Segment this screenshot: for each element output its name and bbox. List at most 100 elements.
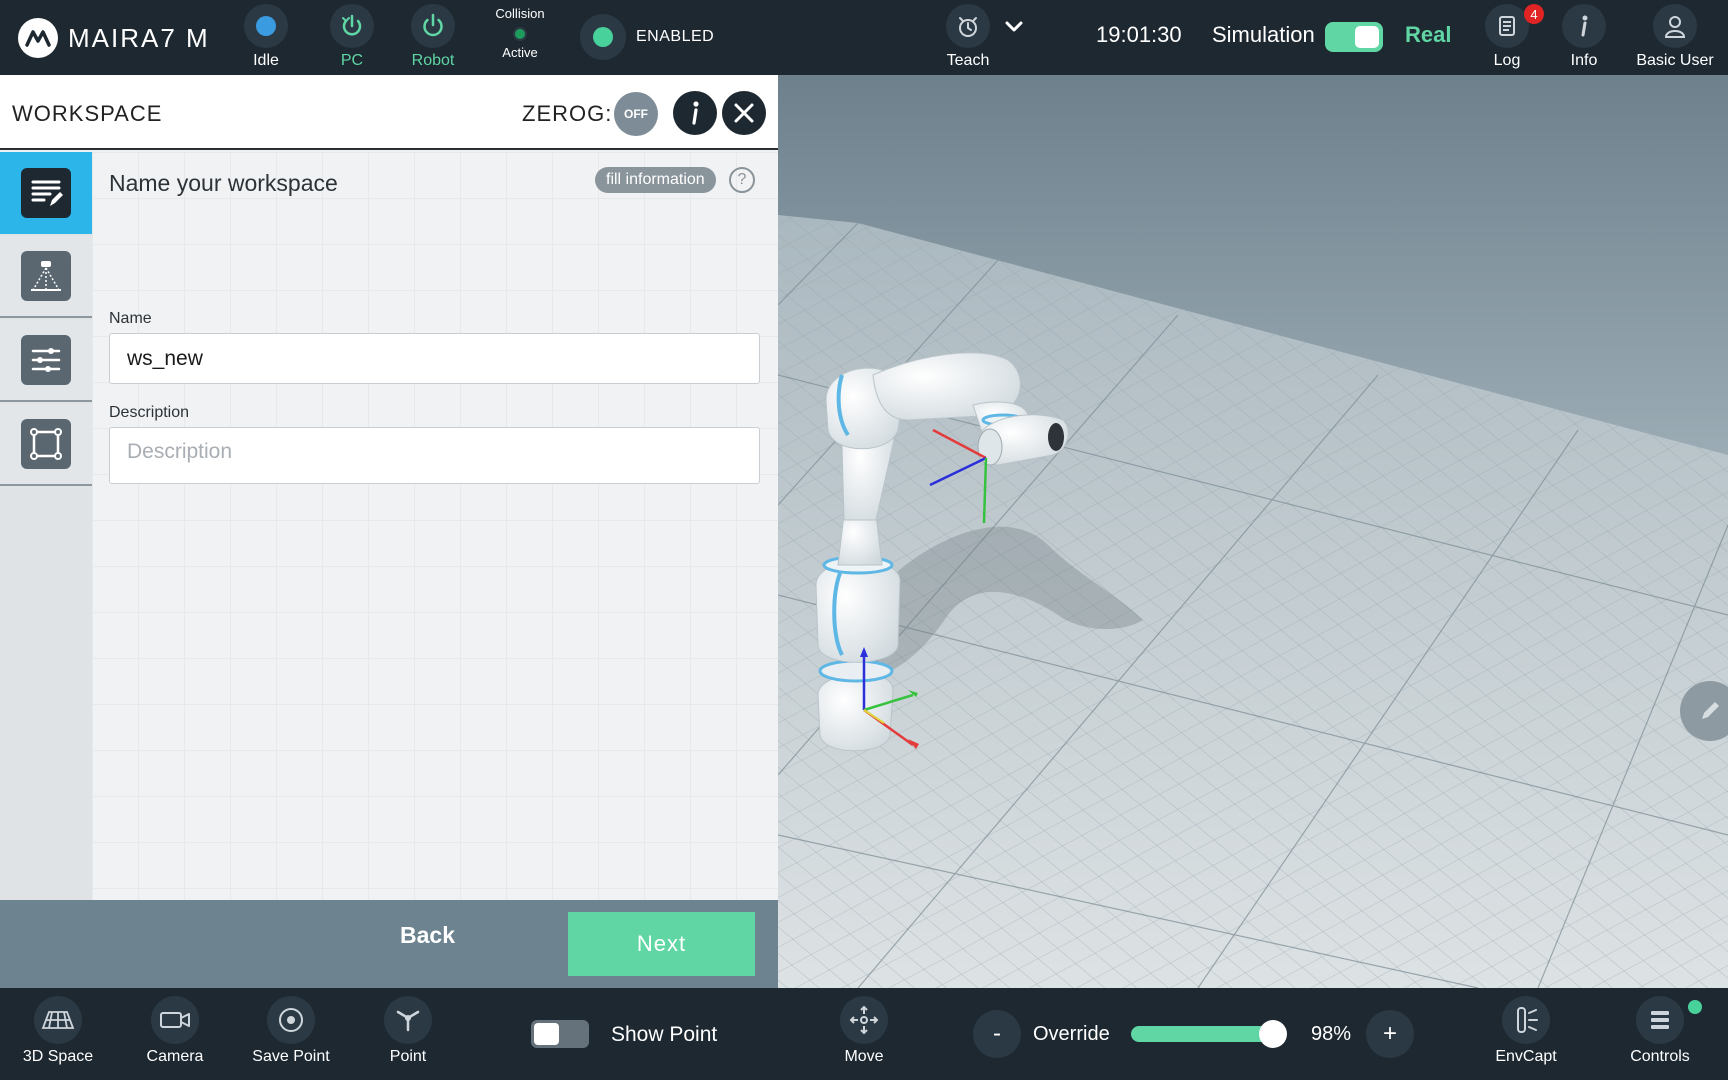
robot-power-icon bbox=[411, 4, 455, 48]
log-label: Log bbox=[1493, 52, 1521, 69]
collision-state: Active bbox=[502, 45, 538, 60]
brand-name: MAIRA7 M bbox=[68, 22, 210, 53]
workspace-panel-header: WORKSPACE ZEROG: OFF bbox=[0, 75, 778, 150]
tab-settings-step[interactable] bbox=[0, 320, 92, 402]
back-button[interactable]: Back bbox=[400, 922, 455, 949]
info-button[interactable]: Info bbox=[1539, 4, 1629, 70]
move-button[interactable]: Move bbox=[814, 996, 914, 1066]
teach-button[interactable]: Teach bbox=[923, 4, 1013, 70]
override-value: 98% bbox=[1311, 1023, 1352, 1045]
robot-label: Robot bbox=[411, 52, 455, 69]
3d-scene bbox=[778, 215, 1728, 988]
info-label: Info bbox=[1570, 52, 1598, 69]
teach-icon bbox=[946, 4, 990, 48]
workspace-panel: WORKSPACE ZEROG: OFF Name your workspace… bbox=[0, 75, 778, 988]
override-increase-button[interactable]: + bbox=[1366, 1010, 1414, 1058]
override-slider-fill bbox=[1131, 1026, 1273, 1042]
workspace-form: Name your workspace fill information ? N… bbox=[92, 152, 778, 900]
sliders-icon bbox=[21, 335, 71, 385]
simulation-real-toggle[interactable] bbox=[1325, 22, 1383, 52]
override-label: Override bbox=[1033, 1023, 1110, 1045]
collision-title: Collision bbox=[495, 6, 545, 21]
video-camera-icon bbox=[151, 996, 199, 1044]
workspace-step-tabs bbox=[0, 152, 92, 900]
move-label: Move bbox=[844, 1048, 884, 1065]
tab-camera-step[interactable] bbox=[0, 236, 92, 318]
edit-document-icon bbox=[21, 168, 71, 218]
pc-power-button[interactable]: PC bbox=[307, 4, 397, 70]
name-input[interactable] bbox=[109, 333, 760, 384]
top-bar: MAIRA7 M Idle PC Robot Collision Active … bbox=[0, 0, 1728, 75]
camera-label: Camera bbox=[146, 1048, 204, 1065]
description-input[interactable] bbox=[109, 427, 760, 484]
simulation-label: Simulation bbox=[1212, 22, 1315, 47]
tab-boundary-step[interactable] bbox=[0, 404, 92, 486]
pc-label: PC bbox=[340, 52, 364, 69]
enabled-label: ENABLED bbox=[636, 28, 715, 45]
panel-title: WORKSPACE bbox=[12, 101, 163, 126]
3d-space-label: 3D Space bbox=[22, 1048, 94, 1065]
collision-status[interactable]: Collision Active bbox=[480, 6, 560, 60]
zerog-toggle-button[interactable]: OFF bbox=[614, 92, 658, 136]
user-label: Basic User bbox=[1636, 52, 1714, 69]
override-slider[interactable] bbox=[1131, 1020, 1287, 1048]
step-title: Name your workspace bbox=[109, 170, 338, 196]
name-label: Name bbox=[109, 310, 152, 327]
envcapt-label: EnvCapt bbox=[1495, 1048, 1557, 1065]
camera-fov-icon bbox=[21, 251, 71, 301]
3d-space-button[interactable]: 3D Space bbox=[8, 996, 108, 1066]
teach-dropdown-chevron-down-icon[interactable] bbox=[1003, 16, 1025, 43]
env-capture-icon bbox=[1502, 996, 1550, 1044]
status-idle-label: Idle bbox=[253, 52, 279, 69]
enabled-status[interactable]: ENABLED bbox=[580, 14, 714, 60]
panel-info-button[interactable] bbox=[673, 91, 717, 135]
controls-stack-icon bbox=[1636, 996, 1684, 1044]
brand: MAIRA7 M bbox=[18, 18, 210, 58]
status-idle[interactable]: Idle bbox=[221, 4, 311, 70]
override-slider-handle[interactable] bbox=[1259, 1020, 1287, 1048]
point-tool-icon bbox=[384, 996, 432, 1044]
idle-status-icon bbox=[256, 16, 276, 36]
bottom-bar: 3D Space Camera Save Point Point Show Po… bbox=[0, 988, 1728, 1080]
next-button[interactable]: Next bbox=[568, 912, 755, 976]
override-decrease-button[interactable]: - bbox=[973, 1010, 1021, 1058]
controls-label: Controls bbox=[1630, 1048, 1690, 1065]
pc-power-icon bbox=[330, 4, 374, 48]
user-button[interactable]: Basic User bbox=[1630, 4, 1720, 70]
real-label: Real bbox=[1405, 22, 1452, 47]
clock: 19:01:30 bbox=[1096, 22, 1182, 47]
teach-label: Teach bbox=[946, 52, 990, 69]
grid-plane-icon bbox=[34, 996, 82, 1044]
controls-status-dot bbox=[1688, 1000, 1702, 1014]
show-point-toggle[interactable] bbox=[531, 1020, 589, 1048]
save-point-label: Save Point bbox=[252, 1048, 330, 1065]
panel-footer: Back Next bbox=[0, 900, 778, 988]
3d-viewport[interactable] bbox=[778, 75, 1728, 988]
move-arrows-icon bbox=[840, 996, 888, 1044]
help-icon[interactable]: ? bbox=[729, 167, 755, 193]
pencil-icon bbox=[1702, 702, 1719, 719]
panel-close-button[interactable] bbox=[722, 91, 766, 135]
collision-status-icon bbox=[513, 27, 527, 41]
show-point-label: Show Point bbox=[611, 1023, 718, 1046]
point-label: Point bbox=[389, 1048, 427, 1065]
log-icon bbox=[1485, 4, 1529, 48]
point-button[interactable]: Point bbox=[358, 996, 458, 1066]
zerog-label: ZEROG: bbox=[522, 101, 613, 126]
fill-information-button[interactable]: fill information bbox=[595, 167, 716, 193]
brand-logo-icon bbox=[18, 18, 58, 58]
info-icon bbox=[692, 101, 699, 125]
info-icon bbox=[1562, 4, 1606, 48]
user-icon bbox=[1653, 4, 1697, 48]
bounding-box-icon bbox=[21, 419, 71, 469]
close-icon bbox=[734, 103, 754, 123]
envcapt-button[interactable]: EnvCapt bbox=[1476, 996, 1576, 1066]
description-label: Description bbox=[109, 404, 190, 421]
enabled-status-icon bbox=[593, 27, 613, 47]
camera-button[interactable]: Camera bbox=[125, 996, 225, 1066]
target-point-icon bbox=[267, 996, 315, 1044]
controls-button[interactable]: Controls bbox=[1610, 996, 1710, 1066]
save-point-button[interactable]: Save Point bbox=[241, 996, 341, 1066]
tab-name-step[interactable] bbox=[0, 152, 92, 234]
robot-power-button[interactable]: Robot bbox=[388, 4, 478, 70]
